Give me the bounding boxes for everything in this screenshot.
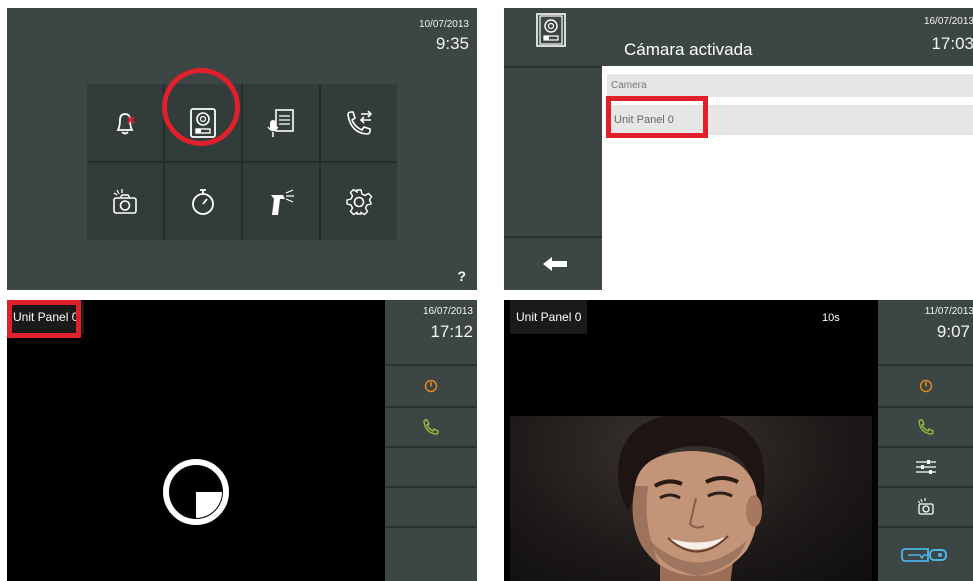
answer-call-button[interactable] bbox=[385, 406, 477, 446]
menu-grid bbox=[87, 84, 397, 240]
loading-icon bbox=[163, 459, 229, 525]
power-button[interactable] bbox=[385, 364, 477, 406]
side-empty-slot bbox=[385, 526, 477, 581]
door-key-icon bbox=[901, 547, 947, 562]
side-bar: 16/07/2013 17:12 bbox=[385, 300, 477, 581]
settings-icon bbox=[346, 188, 373, 215]
main-menu-screen: 10/07/2013 9:35 ? bbox=[7, 8, 477, 290]
time-label: 17:12 bbox=[430, 322, 473, 341]
adjust-button[interactable] bbox=[878, 446, 973, 486]
list-header: Camera bbox=[607, 74, 973, 97]
help-button[interactable]: ? bbox=[457, 268, 466, 284]
menu-tile-cleaning[interactable] bbox=[243, 163, 319, 240]
date-label: 16/07/2013 bbox=[422, 306, 473, 317]
menu-tile-photo[interactable] bbox=[87, 163, 163, 240]
side-bar: 11/07/2013 9:07 bbox=[878, 300, 973, 581]
answer-call-button[interactable] bbox=[878, 406, 973, 446]
side-bar bbox=[504, 66, 602, 290]
call-transfer-icon bbox=[347, 109, 373, 135]
menu-tile-timer[interactable] bbox=[165, 163, 241, 240]
side-empty-slot bbox=[385, 446, 477, 486]
divider bbox=[504, 236, 602, 238]
live-video-screen: Unit Panel 0 10s 11/07/2013 9:07 bbox=[504, 300, 973, 581]
power-button[interactable] bbox=[878, 364, 973, 406]
back-arrow-icon[interactable] bbox=[542, 256, 568, 272]
menu-tile-call-transfer[interactable] bbox=[321, 84, 397, 161]
highlight-circle bbox=[162, 68, 240, 146]
video-feed bbox=[510, 416, 872, 581]
unit-label: Unit Panel 0 bbox=[510, 300, 588, 334]
connecting-screen: Unit Panel 0 16/07/2013 17:12 bbox=[7, 300, 477, 581]
phone-icon bbox=[918, 419, 934, 435]
photo-camera-icon bbox=[113, 188, 137, 214]
time-label: 9:07 bbox=[936, 322, 970, 341]
menu-tile-settings[interactable] bbox=[321, 163, 397, 240]
time-label: 17:03 bbox=[931, 34, 973, 53]
visitor-face-image bbox=[618, 416, 765, 581]
phone-icon bbox=[423, 419, 439, 435]
highlight-box bbox=[606, 96, 708, 138]
timer-icon bbox=[192, 188, 214, 215]
bell-mute-icon bbox=[116, 112, 135, 134]
date-label: 11/07/2013 bbox=[924, 306, 973, 317]
cleaning-icon bbox=[271, 188, 294, 215]
power-icon bbox=[919, 379, 933, 393]
snapshot-button[interactable] bbox=[878, 486, 973, 526]
side-empty-slot bbox=[385, 486, 477, 526]
page-title: Cámara activada bbox=[624, 40, 753, 59]
date-label: 10/07/2013 bbox=[418, 19, 469, 30]
snapshot-icon bbox=[917, 498, 934, 515]
menu-tile-do-not-disturb[interactable] bbox=[87, 84, 163, 161]
date-label: 16/07/2013 bbox=[923, 16, 973, 27]
time-label: 9:35 bbox=[435, 34, 469, 53]
camera-unit-icon bbox=[536, 13, 566, 47]
header-bar: Cámara activada 16/07/2013 17:03 bbox=[504, 8, 973, 66]
menu-tile-memo[interactable] bbox=[243, 84, 319, 161]
adjust-icon bbox=[916, 460, 936, 474]
power-icon bbox=[424, 379, 438, 393]
camera-select-screen: Cámara activada 16/07/2013 17:03 Camera … bbox=[504, 8, 973, 290]
highlight-box bbox=[7, 300, 81, 338]
open-door-button[interactable] bbox=[878, 526, 973, 581]
countdown-timer: 10s bbox=[822, 312, 840, 324]
memo-icon bbox=[267, 108, 294, 137]
